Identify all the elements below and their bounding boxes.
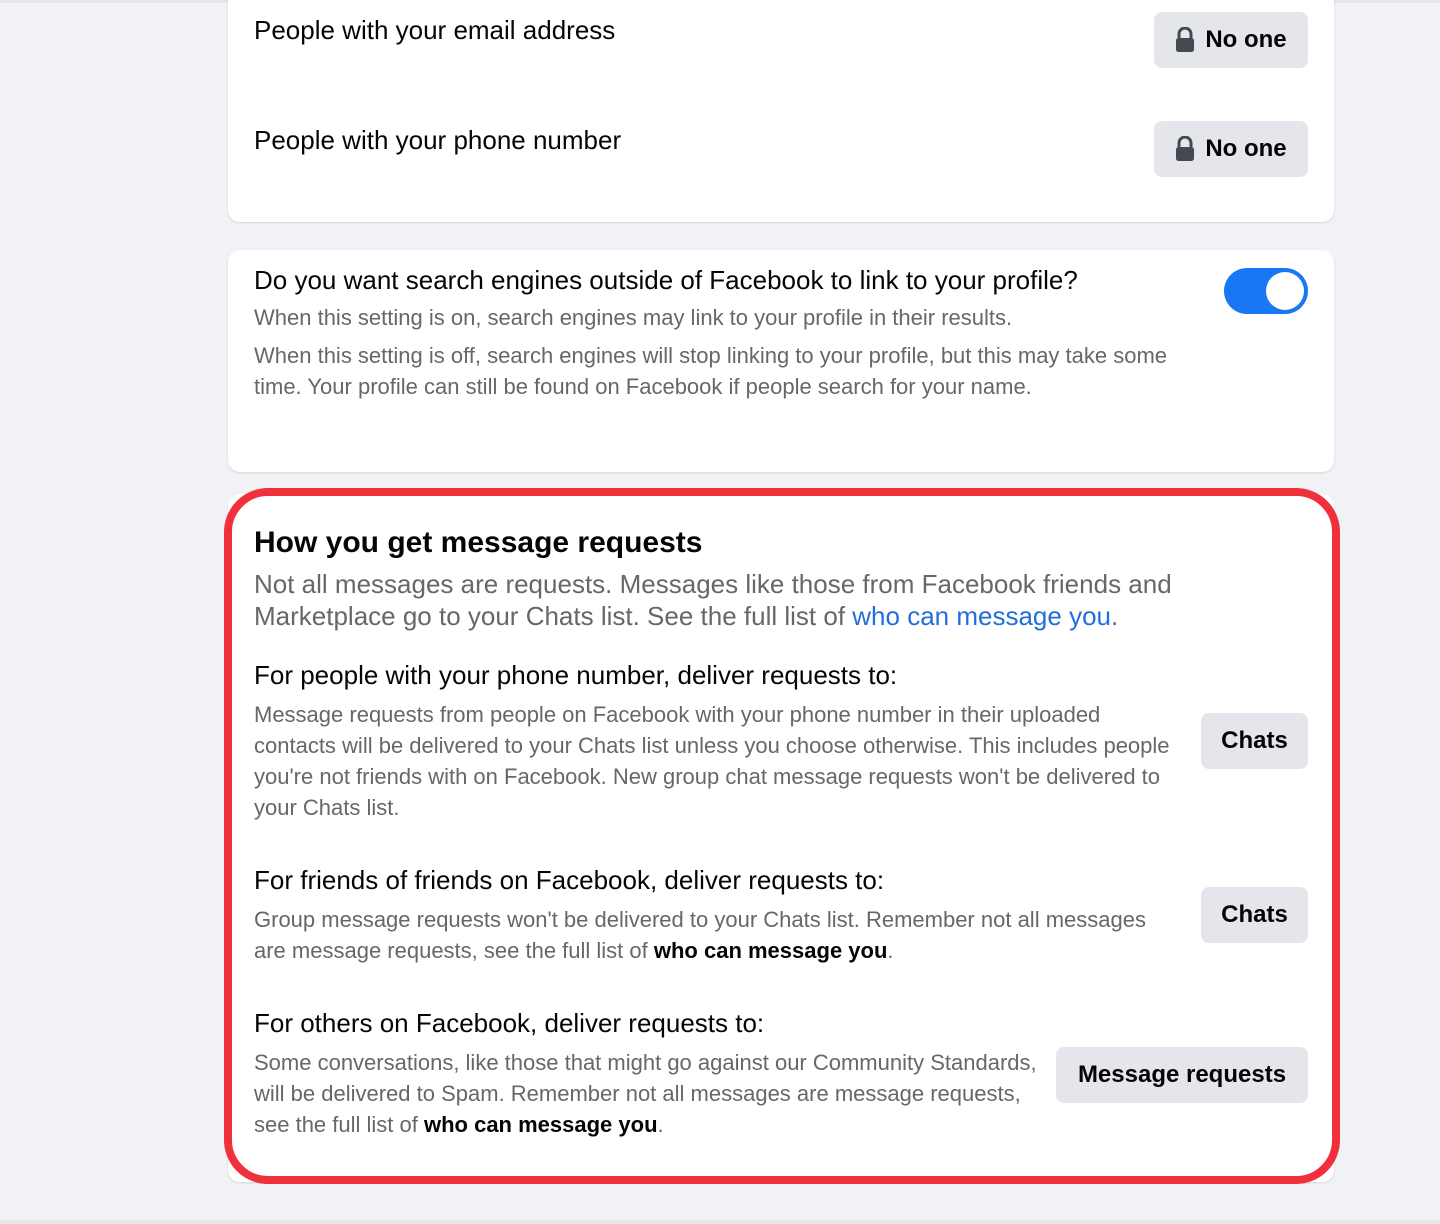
- lock-icon: [1175, 26, 1195, 53]
- email-lookup-button[interactable]: No one: [1154, 12, 1308, 68]
- toggle-knob: [1266, 272, 1304, 310]
- others-requests-title: For others on Facebook, deliver requests…: [254, 1008, 765, 1038]
- email-lookup-label: People with your email address: [254, 15, 616, 45]
- others-desc-end: .: [657, 1112, 664, 1137]
- phone-requests-title: For people with your phone number, deliv…: [254, 660, 898, 690]
- others-who-can-message-link[interactable]: who can message you: [424, 1112, 658, 1137]
- phone-lookup-value: No one: [1205, 135, 1287, 162]
- search-engine-off-text: When this setting is off, search engines…: [254, 343, 1168, 399]
- privacy-settings-page: People with your email address No one Pe…: [0, 0, 1440, 1224]
- phone-lookup-button[interactable]: No one: [1154, 121, 1308, 177]
- email-lookup-value: No one: [1205, 26, 1287, 53]
- fof-desc-end: .: [887, 938, 894, 963]
- bottom-divider: [0, 1220, 1440, 1224]
- fof-requests-title: For friends of friends on Facebook, deli…: [254, 865, 885, 895]
- fof-requests-desc: Group message requests won't be delivere…: [254, 904, 1174, 966]
- search-engine-card: Do you want search engines outside of Fa…: [228, 250, 1334, 472]
- who-can-message-link[interactable]: who can message you: [852, 601, 1111, 631]
- message-requests-intro: Not all messages are requests. Messages …: [254, 568, 1254, 632]
- message-requests-heading: How you get message requests: [254, 526, 703, 559]
- fof-who-can-message-link[interactable]: who can message you: [654, 938, 888, 963]
- others-requests-desc: Some conversations, like those that migh…: [254, 1047, 1044, 1140]
- phone-lookup-label: People with your phone number: [254, 125, 622, 155]
- intro-end: .: [1111, 601, 1119, 631]
- phone-requests-desc: Message requests from people on Facebook…: [254, 702, 1170, 820]
- contact-lookup-card: People with your email address No one Pe…: [228, 0, 1334, 222]
- fof-requests-destination-button[interactable]: Chats: [1201, 887, 1308, 943]
- message-requests-card: How you get message requests Not all mes…: [228, 494, 1334, 1182]
- search-engine-on-text: When this setting is on, search engines …: [254, 305, 1013, 330]
- phone-requests-destination-button[interactable]: Chats: [1201, 713, 1308, 769]
- search-engine-toggle[interactable]: [1224, 268, 1308, 314]
- lock-icon: [1175, 135, 1195, 162]
- others-requests-destination-button[interactable]: Message requests: [1056, 1047, 1308, 1103]
- search-engine-question: Do you want search engines outside of Fa…: [254, 265, 1078, 295]
